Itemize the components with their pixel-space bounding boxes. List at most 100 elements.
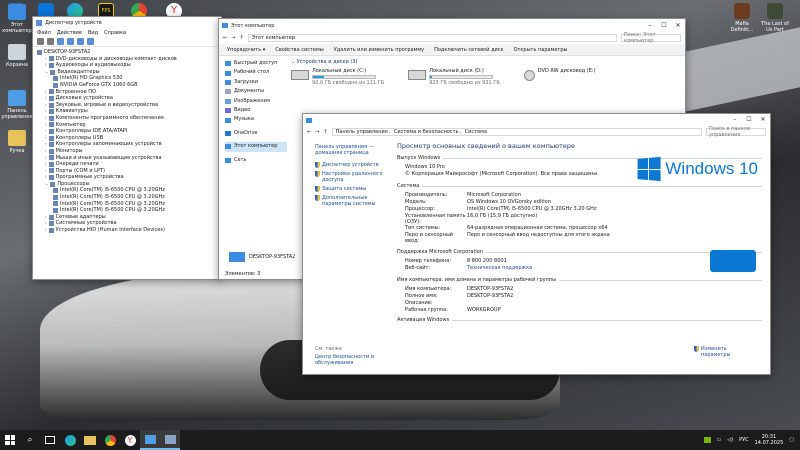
device-tree-item[interactable]: › Встроенное ПО [37,89,217,96]
menu-view[interactable]: Вид [88,30,98,36]
device-tree-item[interactable]: › Контроллеры IDE ATA/ATAPI [37,128,217,135]
device-tree-item[interactable]: Intel(R) Core(TM) i5-6500 CPU @ 3.20GHz [37,201,217,208]
taskbar-explorer[interactable] [80,430,100,450]
device-tree-item[interactable]: Intel(R) HD Graphics 530 [37,75,217,82]
chevron-icon[interactable]: › [45,220,47,227]
chevron-icon[interactable]: › [45,89,47,96]
remote-settings-link[interactable]: Настройка удаленного доступа [315,171,385,183]
device-tree-item[interactable]: › Сетевые адаптеры [37,214,217,221]
chevron-icon[interactable]: › [45,141,47,148]
chevron-icon[interactable]: › [45,155,47,162]
back-icon[interactable]: ← [223,35,227,41]
nav-item-videos[interactable]: Видео [225,106,287,115]
chevron-icon[interactable]: › [45,115,47,122]
device-tree-item[interactable]: › Программные устройства [37,174,217,181]
organize-button[interactable]: Упорядочить ▾ [227,47,265,53]
back-icon[interactable] [37,38,44,45]
nav-item-network[interactable]: Сеть [225,156,287,165]
drive-d[interactable]: Локальный диск (D:) 923 ГБ свободно из 9… [408,68,500,86]
device-tree-item[interactable]: Intel(R) Core(TM) i5-6500 CPU @ 3.20GHz [37,194,217,201]
desktop-icon-folder[interactable]: Ручка [0,130,34,154]
device-tree-item[interactable]: › DVD-дисководы и дисководы компакт-диско… [37,56,217,63]
device-tree-item[interactable]: › Очереди печати [37,161,217,168]
chevron-icon[interactable]: › [45,161,47,168]
device-tree-item[interactable]: › Аудиовходы и аудиовыходы [37,62,217,69]
uninstall-program-button[interactable]: Удалить или изменить программу [334,47,424,53]
menu-file[interactable]: Файл [37,30,51,36]
nav-item-documents[interactable]: Документы [225,87,287,96]
chevron-icon[interactable]: › [45,102,47,109]
chevron-icon[interactable]: › [45,108,47,115]
help-icon[interactable] [67,38,74,45]
search-input[interactable]: Поиск в панели управления [706,126,766,138]
system-properties-button[interactable]: Свойства системы [275,47,323,53]
chevron-icon[interactable]: ⌄ [45,69,48,76]
chevron-icon[interactable]: › [45,128,47,135]
nav-item-quick-access[interactable]: Быстрый доступ [225,59,287,68]
taskbar-edge[interactable] [60,430,80,450]
chevron-icon[interactable]: › [45,227,47,234]
network-icon[interactable]: ▭ [717,437,722,443]
minimize-button[interactable]: – [643,20,657,32]
device-tree-item[interactable]: › Дисковые устройства [37,95,217,102]
up-icon[interactable]: ↑ [239,35,243,41]
chevron-icon[interactable]: › [45,122,47,129]
nav-item-this-pc[interactable]: Этот компьютер [225,142,287,152]
maximize-button[interactable]: ☐ [657,20,671,32]
device-tree-item[interactable]: › Клавиатуры [37,108,217,115]
chevron-icon[interactable]: ⌄ [45,181,48,188]
device-manager-link[interactable]: Диспетчер устройств [315,162,385,168]
taskbar-chrome[interactable] [100,430,120,450]
up-icon[interactable]: ↑ [323,129,327,135]
maximize-button[interactable]: ☐ [742,114,756,126]
scan-icon[interactable] [77,38,84,45]
device-tree-item[interactable]: › Системные устройства [37,220,217,227]
close-button[interactable]: ✕ [756,114,770,126]
close-button[interactable]: ✕ [671,20,685,32]
device-tree-item[interactable]: ⌄ Процессоры [37,181,217,188]
device-tree-item[interactable]: › Звуковые, игровые и видеоустройства [37,102,217,109]
address-bar[interactable]: Этот компьютер [247,34,617,42]
chevron-icon[interactable]: › [45,174,47,181]
security-center-link[interactable]: Центр безопасности и обслуживания [315,354,385,366]
device-tree-item[interactable]: › Мониторы [37,148,217,155]
control-panel-home-link[interactable]: Панель управления — домашняя страница [315,144,385,156]
device-tree-item[interactable]: › Устройства HID (Human Interface Devices… [37,227,217,234]
device-tree-item[interactable]: › Мыши и иные указывающие устройства [37,155,217,162]
desktop-icon-control-panel[interactable]: Панель управления [0,90,34,120]
taskbar-device-manager[interactable] [160,430,180,450]
drive-dvd[interactable]: DVD RW дисковод (E:) [523,68,596,86]
nav-item-music[interactable]: Музыка [225,115,287,124]
device-tree-item[interactable]: DESKTOP-93FSTA2 [37,49,217,56]
device-tree-item[interactable]: › Порты (COM и LPT) [37,168,217,175]
device-tree-item[interactable]: › Компьютер [37,122,217,129]
notification-icon[interactable]: ▢ [789,437,794,443]
map-network-drive-button[interactable]: Подключить сетевой диск [434,47,504,53]
mafia-game-icon[interactable] [734,3,750,19]
device-tree-item[interactable]: ⌄ Видеоадаптеры [37,69,217,76]
task-view-button[interactable] [40,430,60,450]
system-protection-link[interactable]: Защита системы [315,186,385,192]
properties-icon[interactable] [57,38,64,45]
monitor-icon[interactable] [87,38,94,45]
drive-c[interactable]: Локальный диск (C:) 92,0 ГБ свободно из … [291,68,384,86]
chevron-icon[interactable]: › [45,62,47,69]
nav-item-onedrive[interactable]: OneDrive [225,129,287,138]
tlou-game-icon[interactable] [767,3,783,19]
nav-item-pictures[interactable]: Изображения [225,97,287,106]
nav-item-desktop[interactable]: Рабочий стол [225,68,287,77]
device-tree-item[interactable]: › Контроллеры запоминающих устройств [37,141,217,148]
nvidia-icon[interactable] [703,437,711,443]
device-tree-item[interactable]: › Контроллеры USB [37,135,217,142]
address-bar[interactable]: Панель управления › Система и безопаснос… [331,128,702,136]
menu-action[interactable]: Действие [57,30,82,36]
change-settings-link[interactable]: Изменить параметры [694,346,746,358]
taskbar-control-panel[interactable] [140,430,160,450]
chevron-icon[interactable]: › [45,95,47,102]
language-indicator[interactable]: РУС [739,437,749,443]
desktop-icon-computer[interactable]: Этот компьютер [0,4,34,34]
chevron-icon[interactable]: › [45,148,47,155]
advanced-settings-link[interactable]: Дополнительные параметры системы [315,195,385,207]
chevron-icon[interactable]: › [45,214,47,221]
minimize-button[interactable]: – [728,114,742,126]
